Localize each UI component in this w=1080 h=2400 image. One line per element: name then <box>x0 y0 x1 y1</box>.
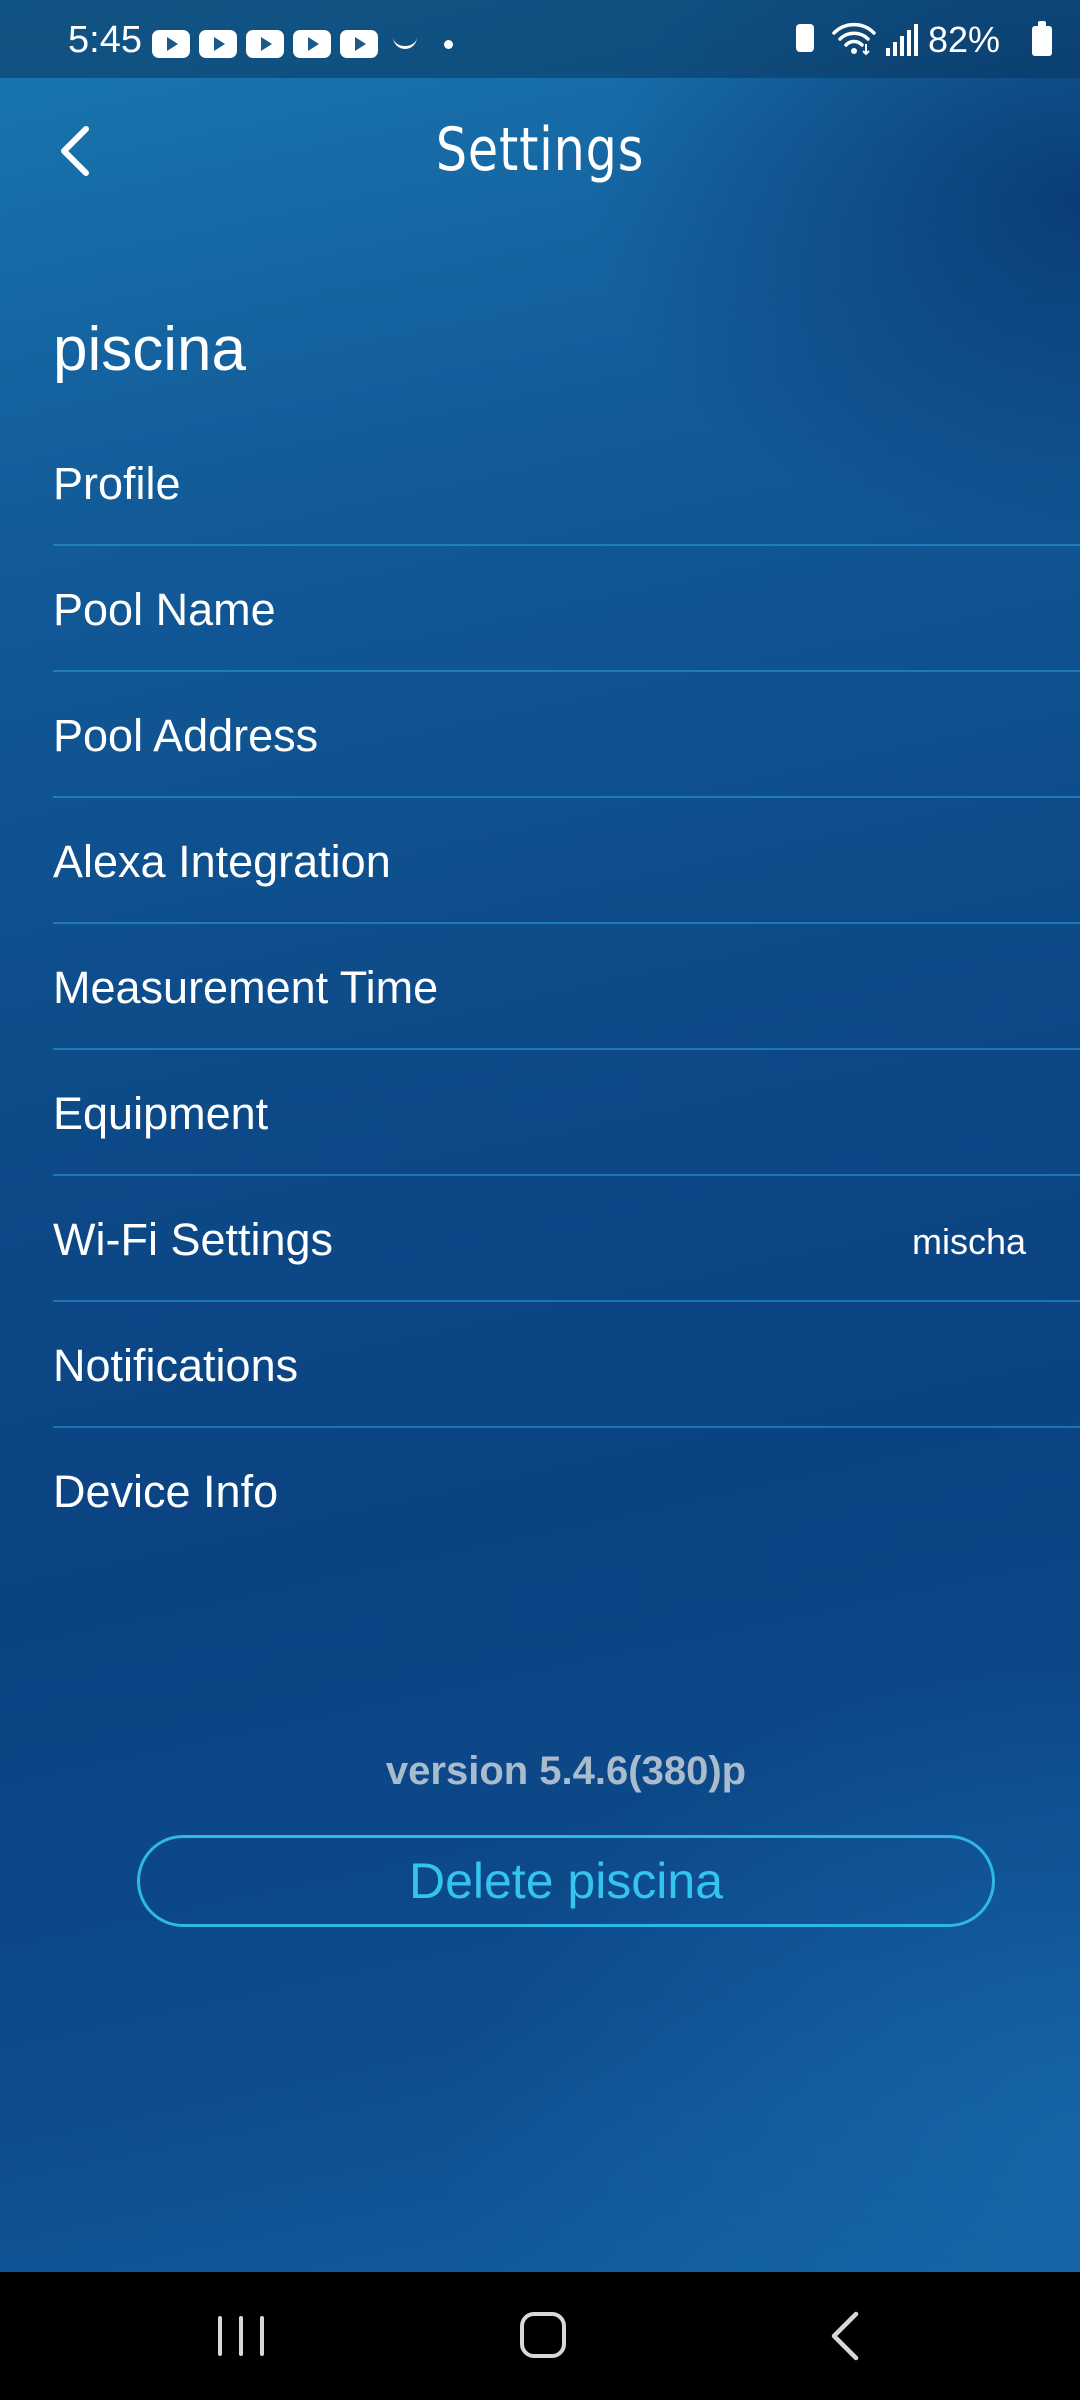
settings-item-notifications[interactable]: Notifications <box>53 1302 1080 1428</box>
settings-item-label: Wi-Fi Settings <box>53 1214 334 1265</box>
pool-name-heading: piscina <box>53 315 246 384</box>
settings-item-label: Alexa Integration <box>53 836 391 887</box>
settings-item-label: Equipment <box>53 1088 269 1139</box>
settings-item-label: Measurement Time <box>53 962 439 1013</box>
home-icon[interactable] <box>520 2312 566 2358</box>
more-notifications-dot <box>444 39 453 49</box>
settings-item-profile[interactable]: Profile <box>53 420 1080 546</box>
settings-item-label: Pool Name <box>53 584 276 635</box>
amazon-icon <box>393 36 417 49</box>
settings-item-pool-address[interactable]: Pool Address <box>53 672 1080 798</box>
settings-item-wifi-settings[interactable]: Wi-Fi Settings mischa <box>53 1176 1080 1302</box>
settings-item-pool-name[interactable]: Pool Name <box>53 546 1080 672</box>
recent-apps-icon[interactable] <box>218 2316 264 2356</box>
youtube-icon <box>199 30 237 58</box>
settings-item-label: Profile <box>53 458 181 509</box>
wifi-network-value: mischa <box>911 1221 1026 1262</box>
settings-item-label: Pool Address <box>53 710 319 761</box>
back-button[interactable] <box>50 118 100 184</box>
settings-item-label: Notifications <box>53 1340 299 1391</box>
notification-icons <box>152 30 453 58</box>
settings-list: Profile Pool Name Pool Address Alexa Int… <box>53 420 1080 1554</box>
settings-screen: 5:45 82% Settings piscina Profile Pool N… <box>0 0 1080 2272</box>
youtube-icon <box>152 30 190 58</box>
youtube-icon <box>293 30 331 58</box>
navigation-bar <box>0 2272 1080 2400</box>
delete-pool-button[interactable]: Delete piscina <box>137 1835 995 1927</box>
page-title: Settings <box>435 115 645 185</box>
status-time: 5:45 <box>68 19 142 61</box>
settings-item-label: Device Info <box>53 1466 279 1517</box>
youtube-icon <box>340 30 378 58</box>
settings-item-equipment[interactable]: Equipment <box>53 1050 1080 1176</box>
youtube-icon <box>246 30 284 58</box>
settings-item-alexa-integration[interactable]: Alexa Integration <box>53 798 1080 924</box>
signal-icon <box>886 24 918 56</box>
back-icon[interactable] <box>826 2310 866 2362</box>
settings-item-measurement-time[interactable]: Measurement Time <box>53 924 1080 1050</box>
battery-percent: 82% <box>928 19 1001 60</box>
status-bar: 5:45 82% <box>0 0 1080 78</box>
battery-saver-icon <box>796 24 814 52</box>
system-status-icons: 82% <box>760 18 1080 62</box>
battery-icon <box>1032 21 1052 56</box>
wifi-icon <box>832 22 876 56</box>
version-text: version 5.4.6(380)p <box>385 1749 747 1793</box>
chevron-left-icon <box>61 126 89 176</box>
settings-item-device-info[interactable]: Device Info <box>53 1428 1080 1554</box>
